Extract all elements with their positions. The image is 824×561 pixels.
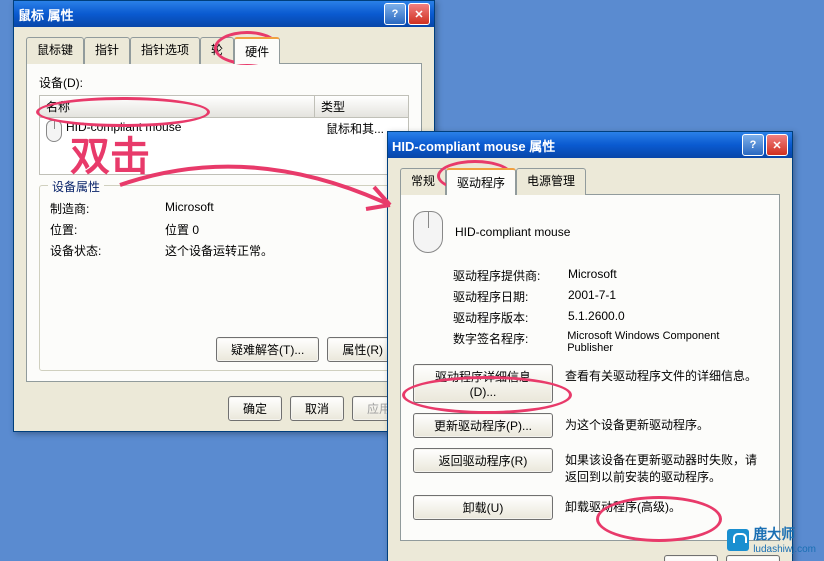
signer-label: 数字签名程序: [453, 330, 567, 354]
tab-driver[interactable]: 驱动程序 [446, 168, 516, 195]
tab-buttons[interactable]: 鼠标键 [26, 37, 84, 64]
watermark-brand: 鹿大师 [753, 524, 816, 544]
provider-value: Microsoft [568, 267, 617, 284]
cancel-button[interactable]: 取消 [726, 555, 780, 561]
uninstall-button[interactable]: 卸载(U) [413, 495, 553, 520]
tab-pointers[interactable]: 指针 [84, 37, 130, 64]
driver-details-button[interactable]: 驱动程序详细信息(D)... [413, 364, 553, 403]
close-icon[interactable]: ✕ [766, 134, 788, 156]
date-value: 2001-7-1 [568, 288, 616, 305]
window-title: HID-compliant mouse 属性 [392, 136, 555, 155]
signer-value: Microsoft Windows Component Publisher [567, 330, 767, 354]
logo-icon [727, 529, 749, 551]
update-driver-text: 为这个设备更新驱动程序。 [565, 413, 767, 433]
help-icon[interactable]: ? [384, 3, 406, 25]
tab-general[interactable]: 常规 [400, 168, 446, 195]
uninstall-text: 卸载驱动程序(高级)。 [565, 495, 767, 515]
tab-wheel[interactable]: 轮 [200, 37, 234, 64]
status-value: 这个设备运转正常。 [165, 242, 273, 259]
tab-hardware[interactable]: 硬件 [234, 37, 280, 64]
watermark: 鹿大师 ludashiwj.com [727, 524, 816, 555]
mouse-icon [413, 211, 443, 253]
close-icon[interactable]: ✕ [408, 3, 430, 25]
date-label: 驱动程序日期: [453, 288, 568, 305]
version-label: 驱动程序版本: [453, 309, 568, 326]
status-label: 设备状态: [50, 242, 165, 259]
loc-value: 位置 0 [165, 221, 199, 238]
tab-power[interactable]: 电源管理 [516, 168, 586, 195]
ok-button[interactable]: 确定 [664, 555, 718, 561]
mfr-value: Microsoft [165, 200, 214, 217]
rollback-driver-text: 如果该设备在更新驱动器时失败，请返回到以前安装的驱动程序。 [565, 448, 767, 485]
tab-strip: 鼠标键 指针 指针选项 轮 硬件 [26, 37, 422, 64]
rollback-driver-button[interactable]: 返回驱动程序(R) [413, 448, 553, 473]
driver-details-text: 查看有关驱动程序文件的详细信息。 [565, 364, 767, 384]
mouse-icon [46, 120, 62, 142]
mouse-properties-window: 鼠标 属性 ? ✕ 鼠标键 指针 指针选项 轮 硬件 设备(D): 名称 类型 … [13, 0, 435, 432]
troubleshoot-button[interactable]: 疑难解答(T)... [216, 337, 319, 362]
device-props-group: 设备属性 制造商:Microsoft 位置:位置 0 设备状态:这个设备运转正常… [39, 185, 409, 371]
titlebar[interactable]: HID-compliant mouse 属性 ? ✕ [388, 132, 792, 158]
device-name: HID-compliant mouse [66, 120, 181, 134]
help-icon[interactable]: ? [742, 134, 764, 156]
update-driver-button[interactable]: 更新驱动程序(P)... [413, 413, 553, 438]
watermark-url: ludashiwj.com [753, 544, 816, 555]
version-value: 5.1.2600.0 [568, 309, 625, 326]
device-properties-window: HID-compliant mouse 属性 ? ✕ 常规 驱动程序 电源管理 … [387, 131, 793, 561]
ok-button[interactable]: 确定 [228, 396, 282, 421]
device-list[interactable]: HID-compliant mouse 鼠标和其... [39, 118, 409, 175]
devices-label: 设备(D): [39, 74, 409, 91]
mfr-label: 制造商: [50, 200, 165, 217]
tab-pointer-options[interactable]: 指针选项 [130, 37, 200, 64]
col-type[interactable]: 类型 [315, 96, 408, 117]
window-title: 鼠标 属性 [18, 5, 74, 24]
device-list-header: 名称 类型 [39, 95, 409, 118]
titlebar[interactable]: 鼠标 属性 ? ✕ [14, 1, 434, 27]
group-title: 设备属性 [48, 178, 104, 195]
tab-strip: 常规 驱动程序 电源管理 [400, 168, 780, 195]
cancel-button[interactable]: 取消 [290, 396, 344, 421]
provider-label: 驱动程序提供商: [453, 267, 568, 284]
loc-label: 位置: [50, 221, 165, 238]
col-name[interactable]: 名称 [40, 96, 315, 117]
device-name: HID-compliant mouse [455, 225, 570, 239]
